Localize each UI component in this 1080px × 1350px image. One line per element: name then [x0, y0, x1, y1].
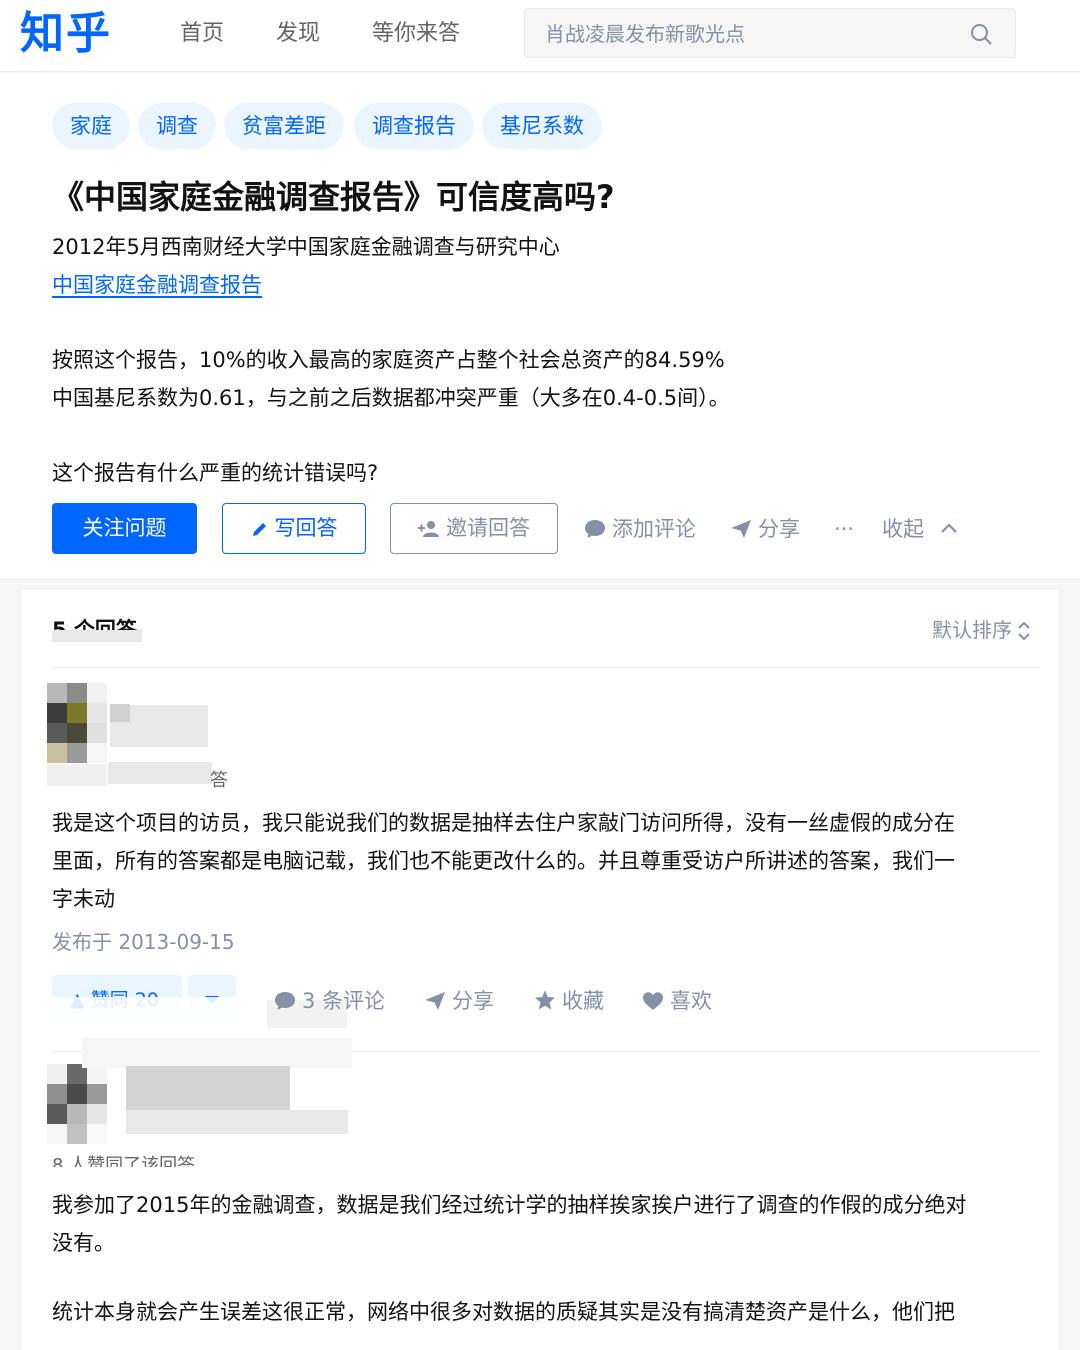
share-label: 分享 — [452, 989, 494, 1013]
pixelated-voter-line — [108, 762, 212, 784]
pixelated-overlay — [52, 630, 142, 642]
search-icon[interactable] — [969, 22, 993, 46]
topic-tag[interactable]: 调查报告 — [354, 103, 474, 149]
question-title: 《中国家庭金融调查报告》可信度高吗? — [52, 178, 615, 216]
answer-text-line: 没有。 — [52, 1231, 115, 1255]
chevron-up-icon — [940, 523, 957, 533]
pixelated-overlay — [110, 704, 130, 722]
comment-icon — [585, 520, 605, 538]
pixelated-overlay — [47, 764, 107, 786]
pixelated-overlay — [82, 1038, 352, 1068]
invite-answer-button[interactable]: 邀请回答 — [390, 503, 558, 554]
top-bar: 知乎 首页 发现 等你来答 肖战凌晨发布新歌光点 — [0, 0, 1080, 72]
answer-text-line: 统计本身就会产生误差这很正常，网络中很多对数据的质疑其实是没有搞清楚资产是什么，… — [52, 1300, 955, 1324]
answers-card: 5 个回答 默认排序 答 我是这个项目的访员，我只能说我们的数据是抽样去住户家敲… — [22, 590, 1058, 1350]
comments-button[interactable]: 3 条评论 — [274, 985, 385, 1017]
add-comment-label: 添加评论 — [612, 517, 696, 541]
avatar[interactable] — [47, 1064, 107, 1144]
topic-tag[interactable]: 基尼系数 — [482, 103, 602, 149]
follow-question-button[interactable]: 关注问题 — [52, 503, 197, 554]
answer-text-line: 我是这个项目的访员，我只能说我们的数据是抽样去住户家敲门访问所得，没有一丝虚假的… — [52, 811, 955, 835]
nav-waiting-answers[interactable]: 等你来答 — [372, 18, 460, 50]
topic-tag[interactable]: 家庭 — [52, 103, 130, 149]
question-card: 家庭 调查 贫富差距 调查报告 基尼系数 《中国家庭金融调查报告》可信度高吗? … — [0, 73, 1080, 578]
collect-label: 收藏 — [562, 989, 604, 1013]
share-icon — [425, 992, 445, 1010]
share-button[interactable]: 分享 — [424, 985, 494, 1017]
question-body-line: 这个报告有什么严重的统计错误吗? — [52, 461, 379, 485]
write-answer-button[interactable]: 写回答 — [222, 503, 366, 554]
pixelated-username — [126, 1066, 290, 1110]
voter-line: 8 人赞同了该回答 — [52, 1155, 196, 1167]
nav-discover[interactable]: 发现 — [276, 18, 320, 50]
answer-text-line: 我参加了2015年的金融调查，数据是我们经过统计学的抽样挨家挨户进行了调查的作假… — [52, 1193, 967, 1217]
question-body-line: 中国基尼系数为0.61，与之前之后数据都冲突严重（大多在0.4-0.5间）。 — [52, 386, 730, 410]
comment-icon — [275, 992, 295, 1010]
voter-line-suffix: 答 — [210, 770, 228, 791]
avatar[interactable] — [47, 683, 107, 763]
answer-text-line: 里面，所有的答案都是电脑记载，我们也不能更改什么的。并且尊重受访户所讲述的答案，… — [52, 849, 955, 873]
share-label: 分享 — [758, 517, 800, 541]
search-box[interactable]: 肖战凌晨发布新歌光点 — [524, 8, 1016, 58]
collapse-label: 收起 — [882, 517, 924, 541]
share-button[interactable]: 分享 — [730, 513, 800, 545]
star-icon — [535, 990, 555, 1010]
add-comment-button[interactable]: 添加评论 — [584, 513, 696, 545]
search-input[interactable]: 肖战凌晨发布新歌光点 — [545, 19, 745, 49]
question-link[interactable]: 中国家庭金融调查报告 — [52, 268, 262, 302]
more-button[interactable]: ··· — [834, 513, 854, 545]
question-source: 2012年5月西南财经大学中国家庭金融调查与研究中心 — [52, 235, 560, 259]
collapse-button[interactable]: 收起 — [882, 513, 959, 545]
pixelated-overlay — [126, 1110, 348, 1134]
sort-arrows-icon[interactable] — [1016, 620, 1032, 642]
pixelated-overlay — [32, 997, 247, 1027]
like-label: 喜欢 — [670, 989, 712, 1013]
comments-label: 3 条评论 — [302, 989, 386, 1013]
like-button[interactable]: 喜欢 — [642, 985, 712, 1017]
write-answer-label: 写回答 — [274, 516, 338, 540]
sort-dropdown[interactable]: 默认排序 — [932, 614, 1012, 646]
heart-icon — [643, 992, 663, 1010]
topic-tag[interactable]: 调查 — [138, 103, 216, 149]
topic-tag[interactable]: 贫富差距 — [224, 103, 344, 149]
add-user-icon — [418, 521, 439, 537]
publish-date[interactable]: 发布于 2013-09-15 — [52, 927, 235, 957]
share-icon — [731, 520, 751, 538]
question-body-line: 按照这个报告，10%的收入最高的家庭资产占整个社会总资产的84.59% — [52, 348, 725, 372]
pencil-icon — [252, 523, 266, 536]
nav-home[interactable]: 首页 — [180, 18, 224, 50]
answer-text-line: 字未动 — [52, 887, 115, 911]
divider — [52, 667, 1040, 668]
invite-answer-label: 邀请回答 — [446, 516, 530, 540]
zhihu-logo[interactable]: 知乎 — [20, 6, 112, 62]
collect-button[interactable]: 收藏 — [534, 985, 604, 1017]
